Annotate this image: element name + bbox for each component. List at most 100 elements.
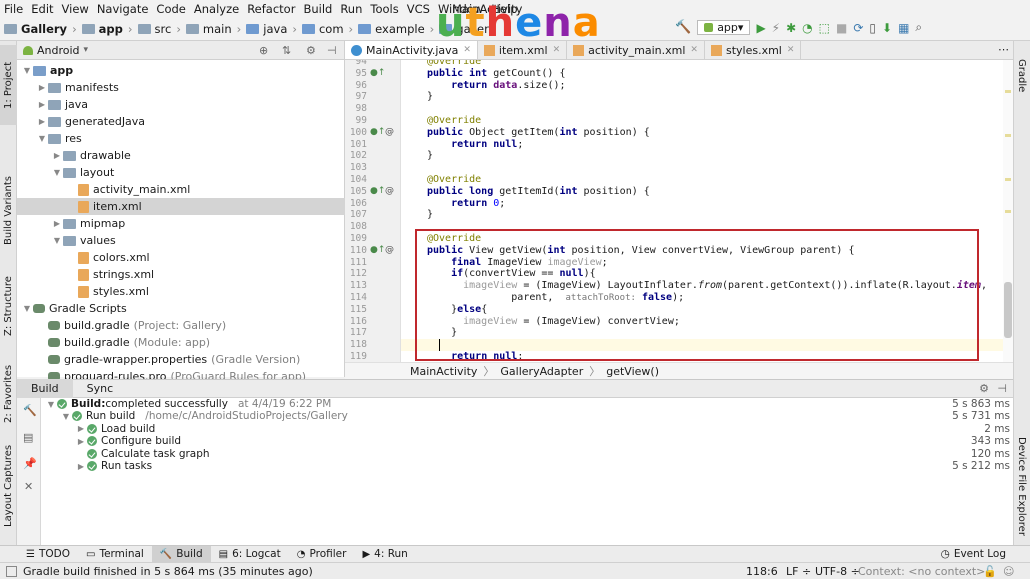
menu-build[interactable]: Build <box>303 2 332 16</box>
tree-item[interactable]: ▶ generatedJava <box>17 113 345 130</box>
tree-item[interactable]: ▶ mipmap <box>17 215 345 232</box>
tab-sync[interactable]: Sync <box>73 379 128 398</box>
tree-item[interactable]: build.gradle (Project: Gallery) <box>17 317 345 334</box>
tool-window-6-logcat[interactable]: ▤ 6: Logcat <box>211 546 289 563</box>
chevron-right-icon[interactable]: ▶ <box>51 151 63 160</box>
sync-icon[interactable]: ⟳ <box>853 21 863 35</box>
editor-tab[interactable]: styles.xml ✕ <box>705 41 802 59</box>
tree-item[interactable]: ▼ res <box>17 130 345 147</box>
attach-debugger-icon[interactable]: ⬚ <box>819 21 830 35</box>
tool-window-build[interactable]: 🔨 Build <box>151 545 211 563</box>
editor-breadcrumb-item[interactable]: GalleryAdapter <box>500 365 583 378</box>
close-icon[interactable]: ✕ <box>787 45 795 55</box>
hide-icon[interactable]: ⊣ <box>997 382 1007 395</box>
stop-icon[interactable]: ■ <box>836 21 847 35</box>
collapse-all-icon[interactable]: ⇅ <box>282 44 291 57</box>
breadcrumb-item[interactable]: com <box>301 22 344 36</box>
annotation-marker-icon[interactable]: @ <box>385 127 394 137</box>
rebuild-icon[interactable]: 🔨 <box>23 404 37 417</box>
avd-manager-icon[interactable]: ▯ <box>869 21 876 35</box>
tree-item[interactable]: ▼ Gradle Scripts <box>17 300 345 317</box>
debug-icon[interactable]: ✱ <box>786 21 796 35</box>
tool-window-todo[interactable]: ☰ TODO <box>18 546 78 563</box>
tree-item[interactable]: colors.xml <box>17 249 345 266</box>
tool-window-4-run[interactable]: ▶ 4: Run <box>354 546 415 563</box>
tree-item[interactable]: item.xml <box>17 198 345 215</box>
breadcrumb-item[interactable]: java <box>246 22 287 36</box>
sdk-manager-icon[interactable]: ⬇ <box>882 21 892 35</box>
chevron-down-icon[interactable]: ▾ <box>84 45 89 55</box>
caret-position[interactable]: 118:6 <box>746 565 778 578</box>
project-view-select[interactable]: Android <box>37 44 80 57</box>
run-config-select[interactable]: app ▾ <box>697 20 751 35</box>
close-icon[interactable]: ✕ <box>690 45 698 55</box>
menu-edit[interactable]: Edit <box>31 2 53 16</box>
breadcrumb-item[interactable]: src <box>137 22 171 36</box>
gear-icon[interactable]: ⚙ <box>979 382 989 395</box>
chevron-right-icon[interactable]: ▶ <box>75 437 87 446</box>
tab-gradle[interactable]: Gradle <box>1013 51 1030 101</box>
toggle-view-icon[interactable]: ▤ <box>23 431 33 444</box>
chevron-right-icon[interactable]: ▶ <box>36 83 48 92</box>
chevron-down-icon[interactable]: ▼ <box>21 304 33 313</box>
override-marker-icon[interactable]: ●↑ <box>370 127 385 137</box>
search-icon[interactable]: ⌕ <box>915 20 922 35</box>
chevron-right-icon[interactable]: ▶ <box>36 117 48 126</box>
breadcrumb-item[interactable]: Gallery <box>4 22 67 36</box>
chevron-down-icon[interactable]: ▼ <box>51 236 63 245</box>
tab-structure[interactable]: Z: Structure <box>0 271 17 341</box>
override-marker-icon[interactable]: ●↑ <box>370 186 385 196</box>
project-structure-icon[interactable]: ▦ <box>898 21 909 35</box>
menu-analyze[interactable]: Analyze <box>194 2 239 16</box>
lock-icon[interactable]: 🔓 <box>983 565 997 578</box>
line-separator[interactable]: LF ÷ <box>786 565 811 578</box>
tab-device-file-explorer[interactable]: Device File Explorer <box>1013 431 1030 541</box>
tree-item[interactable]: ▶ manifests <box>17 79 345 96</box>
tab-overflow-icon[interactable]: ⋯ <box>998 43 1009 56</box>
menu-navigate[interactable]: Navigate <box>97 2 149 16</box>
menu-file[interactable]: File <box>4 2 23 16</box>
editor-tab[interactable]: item.xml ✕ <box>478 41 568 59</box>
tab-favorites[interactable]: 2: Favorites <box>0 359 17 429</box>
close-icon[interactable]: ✕ <box>553 45 561 55</box>
hide-icon[interactable]: ⊣ <box>327 44 337 57</box>
tree-item[interactable]: styles.xml <box>17 283 345 300</box>
chevron-down-icon[interactable]: ▼ <box>36 134 48 143</box>
tree-item[interactable]: ▼ values <box>17 232 345 249</box>
editor-tab[interactable]: MainActivity.java ✕ <box>345 41 478 59</box>
menu-refactor[interactable]: Refactor <box>247 2 295 16</box>
annotation-marker-icon[interactable]: @ <box>385 245 394 255</box>
tree-item[interactable]: ▼ layout <box>17 164 345 181</box>
tool-window-terminal[interactable]: ▭ Terminal <box>78 546 152 563</box>
build-row[interactable]: ▶ Configure build 343 ms <box>41 435 1013 447</box>
tree-item[interactable]: gradle-wrapper.properties (Gradle Version… <box>17 351 345 368</box>
tree-item[interactable]: ▼ app <box>17 62 345 79</box>
apply-changes-icon[interactable]: ⚡ <box>772 21 780 35</box>
breadcrumb-item[interactable]: app <box>81 22 123 36</box>
build-row[interactable]: ▶ Load build 2 ms <box>41 423 1013 435</box>
menu-view[interactable]: View <box>62 2 89 16</box>
breadcrumb-item[interactable]: main <box>185 22 232 36</box>
file-encoding[interactable]: UTF-8 ÷ <box>815 565 860 578</box>
gear-icon[interactable]: ⚙ <box>306 44 316 57</box>
tree-item[interactable]: build.gradle (Module: app) <box>17 334 345 351</box>
chevron-right-icon[interactable]: ▶ <box>75 462 87 471</box>
menu-code[interactable]: Code <box>156 2 185 16</box>
chevron-right-icon[interactable]: ▶ <box>36 100 48 109</box>
chevron-down-icon[interactable]: ▼ <box>45 400 57 409</box>
chevron-down-icon[interactable]: ▼ <box>60 412 72 421</box>
editor-tab[interactable]: activity_main.xml ✕ <box>567 41 705 59</box>
tree-item[interactable]: ▶ java <box>17 96 345 113</box>
run-icon[interactable]: ▶ <box>756 21 765 35</box>
inspector-icon[interactable]: ☺ <box>1003 565 1014 578</box>
editor-scrollbar[interactable] <box>1003 60 1013 362</box>
scroll-thumb[interactable] <box>1004 282 1012 338</box>
tab-project[interactable]: 1: Project <box>0 45 17 125</box>
event-log-button[interactable]: ◷ Event Log <box>941 548 1006 560</box>
tab-build[interactable]: Build <box>17 379 73 398</box>
tab-layout-captures[interactable]: Layout Captures <box>0 441 17 531</box>
editor-breadcrumb-item[interactable]: MainActivity <box>410 365 477 378</box>
override-marker-icon[interactable]: ●↑ <box>370 245 385 255</box>
editor-breadcrumb-item[interactable]: getView() <box>606 365 659 378</box>
build-row[interactable]: ▼ Build: completed successfully at 4/4/19 … <box>41 398 1013 410</box>
